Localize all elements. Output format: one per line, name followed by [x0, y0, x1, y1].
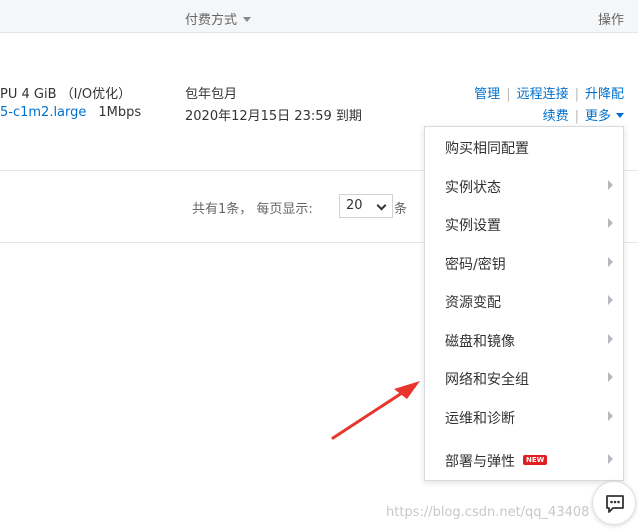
- menu-item-instance-settings[interactable]: 实例设置: [425, 204, 623, 242]
- menu-item-instance-status[interactable]: 实例状态: [425, 166, 623, 204]
- chevron-right-icon: [608, 372, 613, 382]
- pay-type: 包年包月: [185, 87, 238, 102]
- chevron-right-icon: [608, 334, 613, 344]
- new-badge: NEW: [523, 455, 548, 465]
- bandwidth: 1Mbps: [98, 105, 142, 120]
- table-header: 付费方式 操作: [0, 0, 638, 33]
- menu-item-resource-change[interactable]: 资源变配: [425, 281, 623, 319]
- menu-item-network-security-group[interactable]: 网络和安全组: [425, 358, 623, 396]
- chevron-right-icon: [608, 295, 613, 305]
- menu-item-ops-diagnosis[interactable]: 运维和诊断: [425, 397, 623, 435]
- renew-link[interactable]: 续费: [543, 109, 569, 124]
- remote-connect-link[interactable]: 远程连接: [517, 87, 569, 102]
- row-actions-line2: 续费 | 更多: [543, 105, 624, 124]
- separator: |: [574, 87, 579, 102]
- chevron-right-icon: [608, 411, 613, 421]
- chat-button[interactable]: [592, 481, 636, 525]
- menu-item-deploy-elastic[interactable]: 部署与弹性 NEW: [425, 440, 623, 478]
- instance-type-link[interactable]: 5-c1m2.large: [0, 105, 86, 120]
- chevron-right-icon: [608, 454, 613, 464]
- expire-time: 2020年12月15日 23:59 到期: [185, 109, 362, 124]
- menu-item-buy-same-config[interactable]: 购买相同配置: [425, 127, 623, 165]
- upgrade-link[interactable]: 升降配: [585, 87, 624, 102]
- column-pay-method[interactable]: 付费方式: [185, 9, 252, 28]
- chat-icon: [606, 495, 624, 513]
- more-dropdown[interactable]: 更多: [585, 109, 624, 124]
- more-actions-menu: 购买相同配置 实例状态 实例设置 密码/密钥 资源变配 磁盘和镜像 网络和安全组…: [424, 126, 624, 481]
- chevron-right-icon: [608, 218, 613, 228]
- chevron-down-icon: [376, 200, 387, 211]
- menu-item-disk-image[interactable]: 磁盘和镜像: [425, 320, 623, 358]
- watermark: https://blog.csdn.net/qq_43408: [386, 505, 590, 520]
- column-operations: 操作: [597, 13, 624, 28]
- page-size-select[interactable]: 20: [339, 194, 393, 218]
- ecs-instance-list-page: 付费方式 操作 PU 4 GiB （I/O优化） 5-c1m2.large 1Mb…: [0, 0, 638, 531]
- instance-type-line: 5-c1m2.large 1Mbps: [0, 105, 141, 120]
- instance-spec: PU 4 GiB （I/O优化）: [0, 87, 132, 102]
- row-actions-line1: 管理 | 远程连接 | 升降配: [474, 83, 624, 102]
- manage-link[interactable]: 管理: [474, 87, 500, 102]
- filter-caret-icon: [243, 17, 252, 22]
- menu-item-password-key[interactable]: 密码/密钥: [425, 243, 623, 281]
- chevron-right-icon: [608, 180, 613, 190]
- separator: |: [506, 87, 511, 102]
- chevron-down-icon: [616, 113, 624, 118]
- chevron-right-icon: [608, 257, 613, 267]
- pagination-unit: 条: [394, 202, 408, 217]
- separator: |: [574, 109, 579, 124]
- pagination-total: 共有1条， 每页显示:: [192, 202, 313, 217]
